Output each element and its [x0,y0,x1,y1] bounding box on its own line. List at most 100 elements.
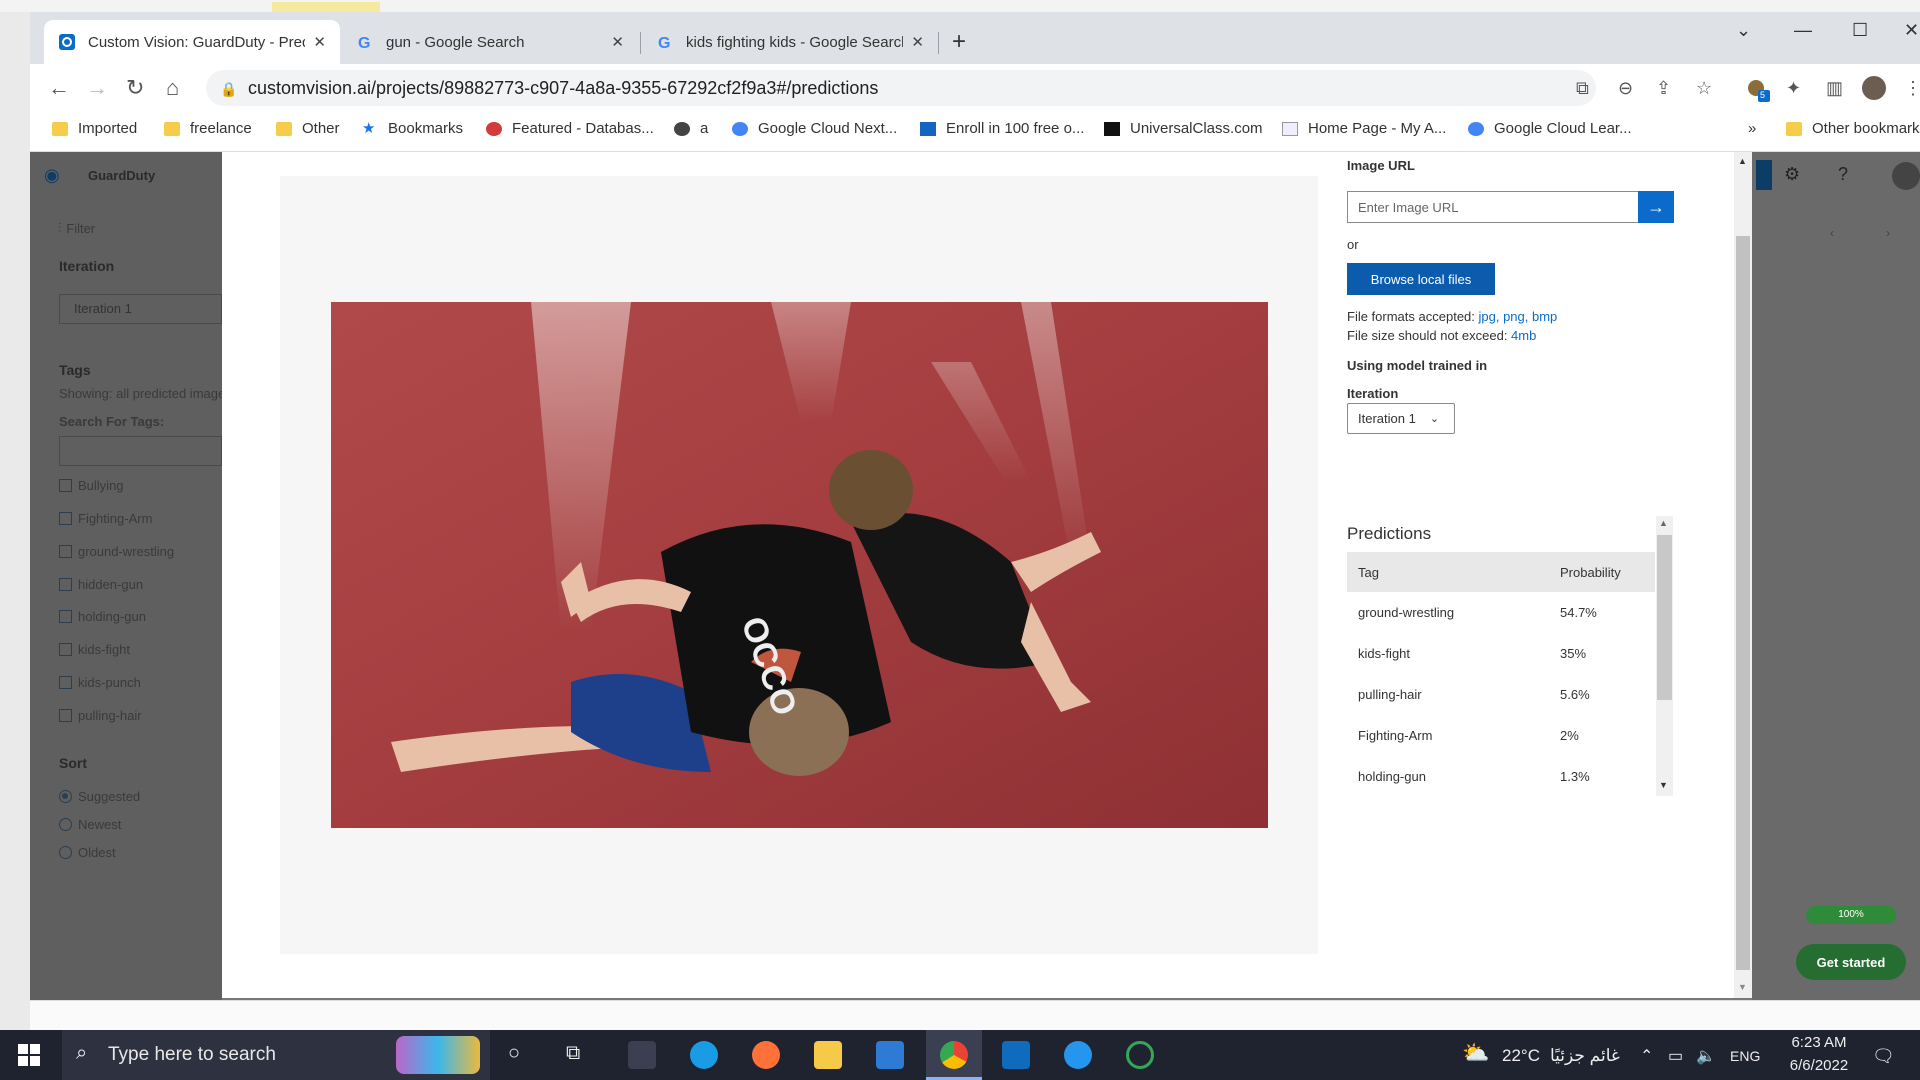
close-window-icon[interactable]: ✕ [1904,20,1919,41]
checkbox[interactable] [59,676,72,689]
volume-icon[interactable]: 🔈 [1696,1046,1716,1066]
checkbox[interactable] [59,479,72,492]
bookmark-imported[interactable]: Imported [52,120,137,137]
get-started-button[interactable]: Get started [1796,944,1906,980]
iteration-select[interactable]: Iteration 1 ⌄ [1347,403,1455,434]
help-icon[interactable]: ? [1838,164,1848,185]
windows-start-icon[interactable] [18,1044,40,1071]
settings-gear-icon[interactable]: ⚙ [1784,164,1800,185]
maximize-icon[interactable]: ☐ [1852,20,1868,41]
sort-suggested[interactable]: Suggested [59,789,140,804]
user-avatar[interactable] [1892,162,1920,190]
file-explorer-icon[interactable] [814,1041,842,1069]
modal-scroll-down-icon[interactable]: ▼ [1738,982,1747,992]
search-tags-input[interactable] [59,436,222,466]
checkbox[interactable] [59,709,72,722]
bookmarks-overflow-icon[interactable]: » [1748,120,1756,137]
bookmark-universalclass[interactable]: UniversalClass.com [1104,120,1263,137]
cortana-icon[interactable]: ○ [508,1042,520,1065]
bookmark-home-page[interactable]: Home Page - My A... [1282,120,1446,137]
checkbox[interactable] [59,512,72,525]
bookmark-freelance[interactable]: freelance [164,120,252,137]
firefox-icon[interactable] [752,1041,780,1069]
chrome-icon[interactable] [940,1041,968,1069]
bookmark-other[interactable]: Other [276,120,340,137]
radio-button[interactable] [59,818,72,831]
notifications-icon[interactable]: 🗨 [1872,1046,1895,1067]
next-chevron-icon[interactable]: › [1886,226,1890,240]
tab-gun-search[interactable]: G gun - Google Search ✕ [342,20,638,64]
forward-icon[interactable]: → [86,75,108,101]
sidebar-iteration-select[interactable]: Iteration 1 [59,294,222,324]
loading-app-icon[interactable] [1126,1041,1154,1069]
bookmark-bookmarks[interactable]: ★ Bookmarks [362,120,463,137]
browse-local-files-button[interactable]: Browse local files [1347,263,1495,295]
tag-checkbox-kids-punch[interactable]: kids-punch [59,675,141,690]
tag-checkbox-hidden-gun[interactable]: hidden-gun [59,577,143,592]
store-icon[interactable] [628,1041,656,1069]
zoom-icon[interactable]: ⊖ [1618,78,1633,99]
docker-icon[interactable] [1064,1041,1092,1069]
close-tab-icon[interactable]: ✕ [911,33,924,51]
back-icon[interactable]: ← [48,75,70,101]
tag-checkbox-pulling-hair[interactable]: pulling-hair [59,708,142,723]
filter-button[interactable]: ⫶ Filter [58,220,95,236]
reload-icon[interactable]: ↻ [126,75,144,101]
new-tab-icon[interactable]: + [952,28,966,56]
checkbox[interactable] [59,610,72,623]
language-indicator[interactable]: ENG [1730,1048,1760,1064]
bookmark-enroll[interactable]: Enroll in 100 free o... [920,120,1084,137]
tag-checkbox-kids-fight[interactable]: kids-fight [59,642,130,657]
tag-checkbox-holding-gun[interactable]: holding-gun [59,609,146,624]
translate-icon[interactable]: ⧉ [1576,78,1589,99]
modal-scroll-up-icon[interactable]: ▲ [1738,156,1747,166]
google-favicon-icon: G [656,33,674,52]
bookmark-featured[interactable]: Featured - Databas... [486,120,654,137]
menu-kebab-icon[interactable]: ⋮ [1904,78,1920,99]
tab-search-chevron-icon[interactable]: ⌄ [1736,20,1751,41]
profile-avatar[interactable] [1862,76,1886,100]
modal-scroll-thumb[interactable] [1736,236,1750,970]
scroll-down-icon[interactable]: ▼ [1659,780,1668,790]
share-icon[interactable]: ⇪ [1656,78,1671,99]
edge-icon[interactable] [690,1041,718,1069]
bookmark-other-bookmarks[interactable]: Other bookmarks [1786,120,1920,137]
checkbox[interactable] [59,643,72,656]
scroll-up-icon[interactable]: ▲ [1659,518,1668,528]
clock-date[interactable]: 6/6/2022 [1776,1057,1862,1074]
predictions-scroll-thumb[interactable] [1657,535,1672,700]
tag-checkbox-fighting-arm[interactable]: Fighting-Arm [59,511,152,526]
tag-checkbox-ground-wrestling[interactable]: ground-wrestling [59,544,174,559]
home-icon[interactable]: ⌂ [166,75,179,101]
image-url-input[interactable]: Enter Image URL [1347,191,1639,223]
checkbox[interactable] [59,545,72,558]
clock-time[interactable]: 6:23 AM [1780,1034,1858,1051]
weather-icon[interactable]: ⛅ [1462,1040,1489,1066]
network-icon[interactable]: ▭ [1668,1046,1683,1066]
tag-checkbox-bullying[interactable]: Bullying [59,478,124,493]
submit-arrow-icon[interactable]: → [1638,191,1674,223]
tab-kids-search[interactable]: G kids fighting kids - Google Search ✕ [642,20,938,64]
outlook-icon[interactable] [1002,1041,1030,1069]
radio-button[interactable] [59,790,72,803]
bookmark-star-icon[interactable]: ☆ [1696,78,1712,99]
sort-oldest[interactable]: Oldest [59,845,116,860]
bookmark-a[interactable]: a [674,120,708,137]
extension-icon[interactable] [1746,78,1770,107]
mail-icon[interactable] [876,1041,904,1069]
bookmark-google-cloud-next[interactable]: Google Cloud Next... [732,120,897,137]
checkbox[interactable] [59,578,72,591]
side-panel-icon[interactable]: ▥ [1826,78,1843,99]
prev-chevron-icon[interactable]: ‹ [1830,226,1834,240]
address-bar[interactable]: 🔒 customvision.ai/projects/89882773-c907… [206,70,1596,106]
tray-chevron-icon[interactable]: ⌃ [1640,1046,1653,1066]
task-view-icon[interactable]: ⧉ [566,1042,580,1065]
minimize-icon[interactable]: — [1794,20,1812,41]
bookmark-google-cloud-learn[interactable]: Google Cloud Lear... [1468,120,1632,137]
close-tab-icon[interactable]: ✕ [611,33,624,51]
radio-button[interactable] [59,846,72,859]
close-tab-icon[interactable]: ✕ [313,33,326,51]
extensions-puzzle-icon[interactable]: ✦ [1786,78,1801,99]
sort-newest[interactable]: Newest [59,817,121,832]
tab-custom-vision[interactable]: Custom Vision: GuardDuty - Predictions ✕ [44,20,340,64]
